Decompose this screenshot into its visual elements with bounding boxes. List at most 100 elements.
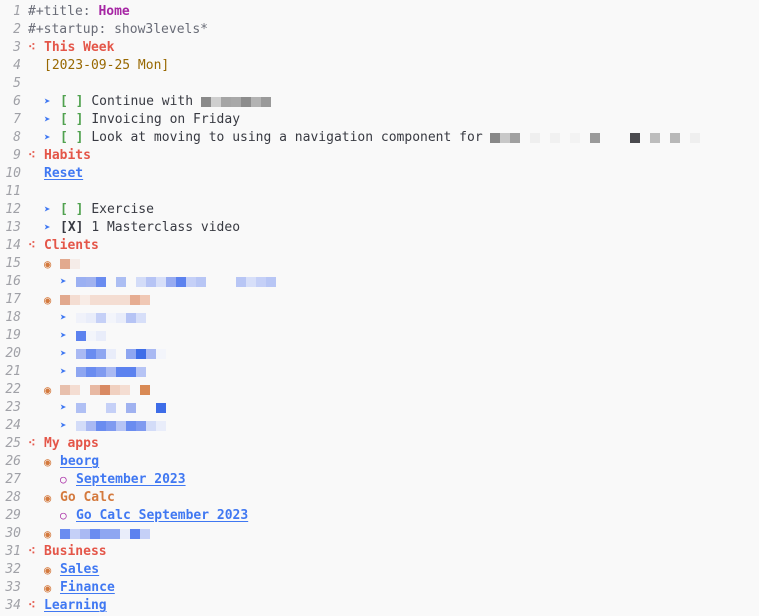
line-number: 6	[13, 94, 21, 109]
line-number: 19	[5, 328, 21, 343]
list-arrow-icon: ➤	[60, 419, 67, 432]
beorg-link[interactable]: beorg	[60, 453, 99, 471]
line-23: 23 ➤	[0, 399, 759, 417]
subheading-bullet-icon[interactable]: ◉	[44, 453, 60, 471]
line-number: 33	[5, 580, 21, 595]
learning-link[interactable]: Learning	[44, 597, 107, 615]
heading-this-week[interactable]: This Week	[44, 39, 114, 57]
heading-go-calc[interactable]: Go Calc	[60, 489, 115, 507]
heading-bullet-icon[interactable]: ⁖	[28, 147, 44, 165]
line-18: 18 ➤	[0, 309, 759, 327]
subsubheading-bullet-icon[interactable]: ○	[60, 471, 76, 489]
heading-bullet-icon[interactable]: ⁖	[28, 237, 44, 255]
sales-link[interactable]: Sales	[60, 561, 99, 579]
line-number: 28	[5, 490, 21, 505]
document-title: Home	[98, 4, 130, 19]
checkbox-unchecked[interactable]: [ ]	[60, 129, 83, 147]
redacted-link	[76, 277, 276, 287]
line-number: 4	[13, 58, 21, 73]
line-number: 16	[5, 274, 21, 289]
subheading-bullet-icon[interactable]: ◉	[44, 525, 60, 543]
line-number: 11	[5, 184, 21, 199]
line-14: 14 ⁖ Clients	[0, 237, 759, 255]
line-19: 19 ➤	[0, 327, 759, 345]
line-number: 34	[5, 598, 21, 613]
line-number: 27	[5, 472, 21, 487]
line-number: 17	[5, 292, 21, 307]
go-calc-september-2023-link[interactable]: Go Calc September 2023	[76, 507, 248, 525]
heading-bullet-icon[interactable]: ⁖	[28, 543, 44, 561]
heading-bullet-icon[interactable]: ⁖	[28, 597, 44, 615]
line-number: 3	[13, 40, 21, 55]
line-26: 26 ◉ beorg	[0, 453, 759, 471]
line-30: 30 ◉	[0, 525, 759, 543]
subheading-bullet-icon[interactable]: ◉	[44, 579, 60, 597]
list-arrow-icon: ➤	[60, 311, 67, 324]
line-3: 3 ⁖ This Week	[0, 39, 759, 57]
list-arrow-icon: ➤	[60, 275, 67, 288]
line-24: 24 ➤	[0, 417, 759, 435]
task-text: Look at moving to using a navigation com…	[91, 130, 491, 145]
task-text: Continue with	[91, 94, 201, 109]
subheading-bullet-icon[interactable]: ◉	[44, 489, 60, 507]
startup-value: show3levels*	[114, 22, 209, 37]
startup-keyword: #+startup:	[28, 22, 115, 37]
subsubheading-bullet-icon[interactable]: ○	[60, 507, 76, 525]
line-5: 5	[0, 75, 759, 93]
line-number: 25	[5, 436, 21, 451]
line-20: 20 ➤	[0, 345, 759, 363]
subheading-bullet-icon[interactable]: ◉	[44, 255, 60, 273]
heading-bullet-icon[interactable]: ⁖	[28, 39, 44, 57]
list-arrow-icon: ➤	[44, 203, 51, 216]
checkbox-unchecked[interactable]: [ ]	[60, 111, 83, 129]
checkbox-unchecked[interactable]: [ ]	[60, 93, 83, 111]
line-25: 25 ⁖ My apps	[0, 435, 759, 453]
redacted-link	[76, 367, 146, 377]
line-number: 21	[5, 364, 21, 379]
task-text: Exercise	[91, 202, 154, 217]
list-arrow-icon: ➤	[60, 347, 67, 360]
list-arrow-icon: ➤	[44, 95, 51, 108]
line-31: 31 ⁖ Business	[0, 543, 759, 561]
subheading-bullet-icon[interactable]: ◉	[44, 291, 60, 309]
line-number: 5	[13, 76, 21, 91]
org-editor[interactable]: 1 #+title: Home 2 #+startup: show3levels…	[0, 0, 759, 615]
beorg-september-2023-link[interactable]: September 2023	[76, 471, 186, 489]
heading-bullet-icon[interactable]: ⁖	[28, 435, 44, 453]
line-1: 1 #+title: Home	[0, 3, 759, 21]
timestamp[interactable]: [2023-09-25 Mon]	[44, 57, 169, 75]
reset-link[interactable]: Reset	[44, 165, 83, 183]
list-arrow-icon: ➤	[60, 365, 67, 378]
line-number: 9	[13, 148, 21, 163]
line-8: 8 ➤ [ ] Look at moving to using a navigat…	[0, 129, 759, 147]
redacted-heading	[60, 295, 150, 305]
line-number: 7	[13, 112, 21, 127]
heading-business[interactable]: Business	[44, 543, 107, 561]
heading-habits[interactable]: Habits	[44, 147, 91, 165]
checkbox-unchecked[interactable]: [ ]	[60, 201, 83, 219]
redacted-link	[60, 529, 150, 539]
redacted-heading	[60, 259, 80, 269]
redacted-link	[76, 421, 166, 431]
heading-my-apps[interactable]: My apps	[44, 435, 99, 453]
line-number: 20	[5, 346, 21, 361]
line-number: 23	[5, 400, 21, 415]
line-16: 16 ➤	[0, 273, 759, 291]
line-10: 10 Reset	[0, 165, 759, 183]
task-text: Invoicing on Friday	[91, 112, 241, 127]
checkbox-checked[interactable]: [X]	[60, 219, 83, 237]
line-number: 24	[5, 418, 21, 433]
finance-link[interactable]: Finance	[60, 579, 115, 597]
line-number: 29	[5, 508, 21, 523]
redacted-heading	[60, 385, 150, 395]
line-number: 18	[5, 310, 21, 325]
line-11: 11	[0, 183, 759, 201]
line-number: 15	[5, 256, 21, 271]
line-28: 28 ◉ Go Calc	[0, 489, 759, 507]
subheading-bullet-icon[interactable]: ◉	[44, 561, 60, 579]
redacted-text	[200, 97, 271, 107]
list-arrow-icon: ➤	[44, 131, 51, 144]
list-arrow-icon: ➤	[60, 401, 67, 414]
heading-clients[interactable]: Clients	[44, 237, 99, 255]
subheading-bullet-icon[interactable]: ◉	[44, 381, 60, 399]
